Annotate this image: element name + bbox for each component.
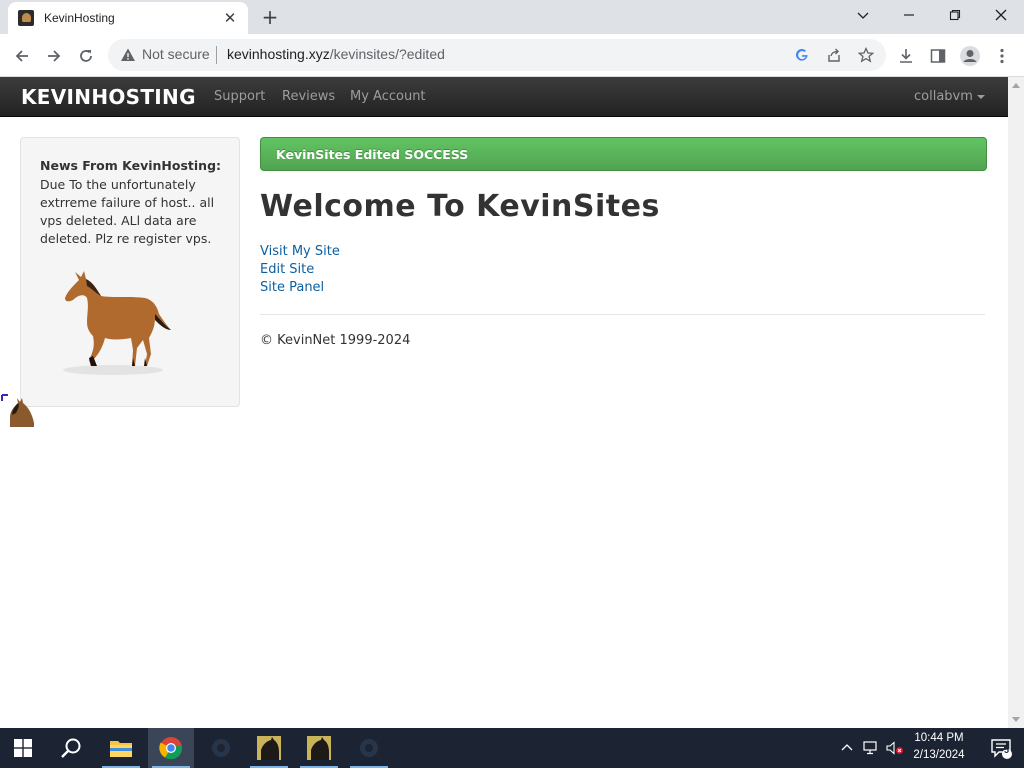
google-icon[interactable] (792, 45, 812, 65)
download-icon[interactable] (892, 42, 920, 70)
search-icon[interactable] (48, 728, 94, 768)
site-navbar: KEVINHOSTING Support Reviews My Account … (0, 77, 1008, 117)
windows-taskbar: 10:44 PM 2/13/2024 5 (0, 728, 1024, 768)
alert-message: KevinSites Edited SOCCESS (276, 147, 469, 162)
close-window-button[interactable] (978, 0, 1024, 30)
horse-favicon-icon (18, 10, 34, 26)
edit-site-link[interactable]: Edit Site (260, 262, 314, 277)
clock-date[interactable]: 2/13/2024 (904, 749, 974, 761)
app-icon-dark[interactable] (198, 728, 244, 768)
page-title: Welcome To KevinSites (260, 189, 660, 224)
caret-down-icon (976, 94, 985, 99)
nav-reviews-link[interactable]: Reviews (282, 89, 335, 104)
windows-start-icon[interactable] (0, 728, 46, 768)
nav-support-link[interactable]: Support (214, 89, 265, 104)
network-icon[interactable] (860, 728, 882, 768)
notification-count: 5 (1004, 745, 1010, 755)
chrome-icon[interactable] (148, 728, 194, 768)
address-bar[interactable]: Not secure kevinhosting.xyz/kevinsites/?… (108, 39, 886, 71)
omnibox-divider (216, 46, 217, 64)
success-alert: KevinSites Edited SOCCESS (260, 137, 987, 171)
divider (260, 314, 985, 315)
site-panel-link[interactable]: Site Panel (260, 280, 324, 295)
clock-time[interactable]: 10:44 PM (904, 732, 974, 744)
site-brand[interactable]: KEVINHOSTING (21, 85, 196, 109)
back-icon[interactable] (8, 42, 36, 70)
browser-tab[interactable]: KevinHosting ✕ (8, 2, 248, 34)
url-path: /kevinsites/?edited (329, 46, 445, 62)
tab-search-icon[interactable] (840, 0, 886, 30)
news-sidebar: News From KevinHosting: Due To the unfor… (20, 137, 240, 407)
restore-button[interactable] (932, 0, 978, 30)
visit-my-site-link[interactable]: Visit My Site (260, 244, 340, 259)
file-explorer-icon[interactable] (98, 728, 144, 768)
forward-icon[interactable] (40, 42, 68, 70)
nav-my-account-link[interactable]: My Account (350, 89, 426, 104)
scroll-down-icon[interactable] (1012, 717, 1020, 722)
horse-app-icon[interactable] (296, 728, 342, 768)
side-panel-icon[interactable] (924, 42, 952, 70)
volume-muted-icon[interactable] (884, 728, 906, 768)
browser-menu-icon[interactable] (988, 42, 1016, 70)
news-title: News From KevinHosting: (40, 158, 222, 173)
small-horse-image (1, 394, 34, 427)
horse-app-icon[interactable] (246, 728, 292, 768)
scroll-up-icon[interactable] (1012, 83, 1020, 88)
tab-title: KevinHosting (44, 11, 115, 25)
horse-image (63, 271, 171, 375)
profile-avatar-icon[interactable] (956, 42, 984, 70)
browser-tabbar: KevinHosting ✕ + (0, 0, 1024, 34)
chevron-up-icon[interactable] (836, 728, 858, 768)
app-icon-dark[interactable] (346, 728, 392, 768)
browser-toolbar: Not secure kevinhosting.xyz/kevinsites/?… (0, 34, 1024, 77)
user-dropdown[interactable]: collabvm (914, 89, 985, 104)
new-tab-button[interactable]: + (258, 6, 282, 30)
bookmark-star-icon[interactable] (856, 45, 876, 65)
minimize-button[interactable] (886, 0, 932, 30)
not-secure-label[interactable]: Not secure (142, 46, 210, 62)
notifications-icon[interactable]: 5 (978, 728, 1024, 768)
user-name: collabvm (914, 89, 973, 104)
news-body: Due To the unfortunately extrreme failur… (40, 177, 215, 246)
web-page: KEVINHOSTING Support Reviews My Account … (0, 77, 1008, 728)
url-text[interactable]: kevinhosting.xyz/kevinsites/?edited (227, 46, 445, 62)
reload-icon[interactable] (72, 42, 100, 70)
warning-icon[interactable] (120, 47, 136, 63)
tab-close-icon[interactable]: ✕ (222, 10, 238, 26)
url-host: kevinhosting.xyz (227, 46, 330, 62)
copyright-footer: © KevinNet 1999-2024 (260, 333, 411, 348)
share-icon[interactable] (824, 45, 844, 65)
page-scrollbar[interactable] (1008, 77, 1024, 728)
